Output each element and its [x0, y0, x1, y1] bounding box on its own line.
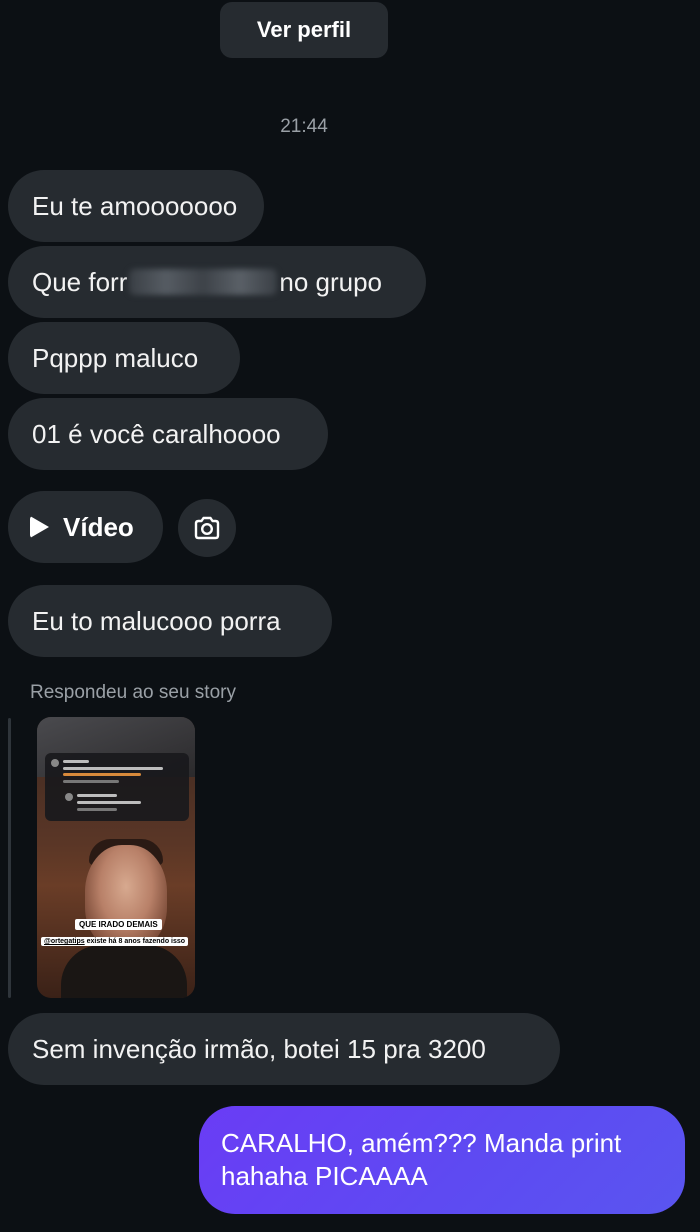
- received-message[interactable]: Sem invenção irmão, botei 15 pra 3200: [8, 1013, 560, 1085]
- received-message[interactable]: Eu te amooooooo: [8, 170, 264, 242]
- message-text: Sem invenção irmão, botei 15 pra 3200: [32, 1033, 486, 1064]
- view-profile-button[interactable]: Ver perfil: [220, 2, 388, 58]
- play-icon: [30, 516, 49, 538]
- received-message[interactable]: Que forr no grupo: [8, 246, 426, 318]
- commenter-avatar: [51, 759, 59, 767]
- message-text: 01 é você caralhoooo: [32, 418, 281, 449]
- message-text: Pqppp maluco: [32, 342, 199, 373]
- reply-indicator-line: [8, 718, 11, 998]
- message-text: Eu to malucooo porra: [32, 605, 281, 636]
- received-message[interactable]: Pqppp maluco: [8, 322, 240, 394]
- received-message[interactable]: 01 é você caralhoooo: [8, 398, 328, 470]
- camera-icon: [194, 516, 220, 540]
- video-label: Vídeo: [63, 511, 134, 542]
- message-text: hahaha PICAAAA: [221, 1161, 428, 1191]
- blurred-text: [129, 269, 278, 295]
- story-comment-card: [45, 753, 189, 821]
- message-timestamp: 21:44: [280, 116, 328, 137]
- camera-button[interactable]: [178, 499, 236, 557]
- video-message-button[interactable]: Vídeo: [8, 491, 163, 563]
- sent-message[interactable]: CARALHO, amém??? Manda print hahaha PICA…: [199, 1106, 685, 1214]
- person-face: [85, 845, 167, 949]
- message-text: no grupo: [279, 266, 383, 297]
- story-caption: QUE IRADO DEMAIS: [75, 919, 162, 930]
- story-caption-secondary: @ortegatips existe há 8 anos fazendo iss…: [41, 937, 189, 946]
- message-text: Eu te amooooooo: [32, 190, 238, 221]
- received-message[interactable]: Eu to malucooo porra: [8, 585, 332, 657]
- story-reply-label: Respondeu ao seu story: [30, 682, 236, 703]
- message-text: Que forr: [32, 266, 128, 297]
- message-text: CARALHO, amém??? Manda print: [221, 1128, 622, 1158]
- story-thumbnail[interactable]: QUE IRADO DEMAIS @ortegatips existe há 8…: [37, 717, 195, 998]
